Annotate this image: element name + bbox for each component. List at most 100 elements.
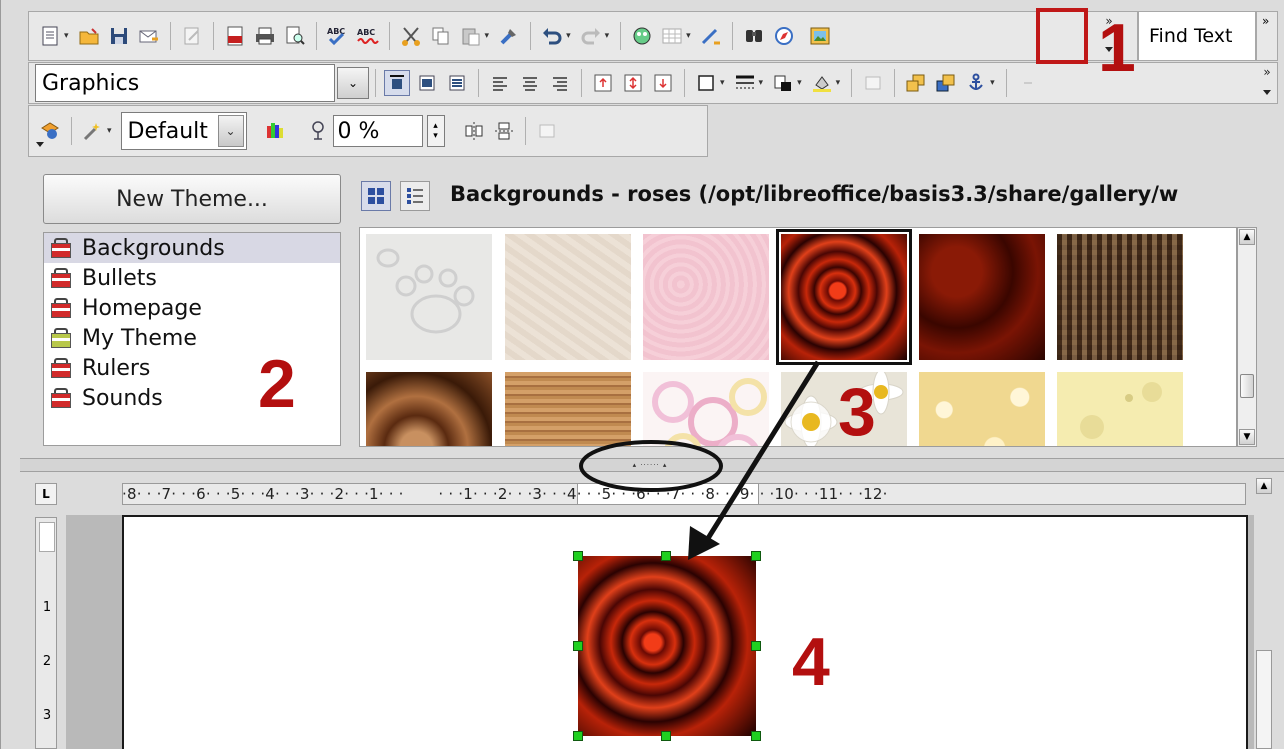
table-icon[interactable] [659,23,685,49]
paragraph-style-select[interactable]: Graphics [35,64,335,102]
flip-horizontal-icon[interactable] [461,118,487,144]
undo-icon[interactable] [539,23,565,49]
export-pdf-icon[interactable] [222,23,248,49]
find-replace-icon[interactable] [741,23,767,49]
resize-handle-bottom-right[interactable] [751,731,761,741]
email-icon[interactable] [136,23,162,49]
background-color-dropdown-arrow[interactable]: ▾ [836,78,841,88]
anchor-dropdown-arrow[interactable]: ▾ [990,78,995,88]
document-scroll-up-button[interactable]: ▲ [1256,478,1272,494]
anchor-icon[interactable] [963,70,989,96]
theme-item-bullets[interactable]: Bullets [44,263,340,293]
thumbnail-wood[interactable] [505,372,631,446]
theme-item-homepage[interactable]: Homepage [44,293,340,323]
frame-toolbar-overflow-button[interactable]: » [1256,62,1278,104]
align-center-icon[interactable] [517,70,543,96]
resize-handle-top[interactable] [661,551,671,561]
detail-view-button[interactable] [400,181,430,211]
align-right-icon[interactable] [547,70,573,96]
align-bottom-icon[interactable] [444,70,470,96]
redo-icon[interactable] [578,23,604,49]
open-icon[interactable] [76,23,102,49]
image-properties-icon[interactable] [534,118,560,144]
wrap-middle-icon[interactable] [620,70,646,96]
horizontal-ruler[interactable]: ·8· · ·7· · ·6· · ·5· · ·4· · ·3· · ·2· … [122,483,1246,507]
new-dropdown-arrow[interactable]: ▾ [64,31,69,41]
gallery-scrollbar[interactable]: ▲ ▼ [1237,227,1257,447]
wrap-top-icon[interactable] [590,70,616,96]
graphics-mode-select[interactable]: Default ⌄ [120,112,247,150]
thumbnail-cream-paper[interactable] [505,234,631,360]
border-color-dropdown-arrow[interactable]: ▾ [797,78,802,88]
theme-item-backgrounds[interactable]: Backgrounds [44,233,340,263]
splitter-grip[interactable]: ▴ ······ ▴ [618,462,682,469]
resize-handle-top-right[interactable] [751,551,761,561]
new-theme-button[interactable]: New Theme... [43,174,341,224]
send-to-back-icon[interactable] [933,70,959,96]
scroll-up-button[interactable]: ▲ [1239,229,1255,245]
transparency-spinner[interactable]: ▴ ▾ [426,115,445,147]
border-style-dropdown-arrow[interactable]: ▾ [759,78,764,88]
bring-to-front-icon[interactable] [903,70,929,96]
inserted-roses-image[interactable] [578,556,756,736]
graphics-mode-dropdown-arrow[interactable]: ⌄ [217,115,244,147]
wrap-bottom-icon[interactable] [650,70,676,96]
paste-dropdown-arrow[interactable]: ▾ [485,31,490,41]
thumbnail-roses[interactable] [776,229,912,365]
align-top-icon[interactable] [384,70,410,96]
edit-file-icon[interactable] [179,23,205,49]
paste-icon[interactable] [458,23,484,49]
thumbnail-paws[interactable] [366,234,492,360]
frame-properties-icon[interactable] [860,70,886,96]
autospellcheck-icon[interactable]: ABC [355,23,381,49]
icon-view-button[interactable] [361,181,391,211]
navigator-compass-icon[interactable] [771,23,797,49]
thumbnail-popcorn[interactable] [919,372,1045,446]
scroll-down-button[interactable]: ▼ [1239,429,1255,445]
link-frames-icon[interactable] [1015,70,1041,96]
align-center-vertical-icon[interactable] [414,70,440,96]
vertical-ruler[interactable]: 1 2 3 [35,517,57,749]
thumbnail-pink-paper[interactable] [643,234,769,360]
filter-icon[interactable] [80,118,106,144]
page-preview-icon[interactable] [282,23,308,49]
thumbnail-dark-red[interactable] [919,234,1045,360]
resize-handle-bottom[interactable] [661,731,671,741]
image-toolbar-overflow-button[interactable] [562,111,576,151]
find-toolbar-overflow-button[interactable]: » [1256,11,1278,61]
borders-dropdown-arrow[interactable]: ▾ [720,78,725,88]
border-style-icon[interactable] [732,70,758,96]
align-left-icon[interactable] [487,70,513,96]
document-vertical-scrollbar[interactable] [1256,650,1272,749]
navigator-icon[interactable] [629,23,655,49]
cut-icon[interactable] [398,23,424,49]
copy-icon[interactable] [428,23,454,49]
spellcheck-icon[interactable]: ABC [325,23,351,49]
table-dropdown-arrow[interactable]: ▾ [686,31,691,41]
gallery-icon[interactable] [807,23,833,49]
scrollbar-thumb[interactable] [1240,374,1254,398]
from-file-icon[interactable] [37,118,63,144]
redo-dropdown-arrow[interactable]: ▾ [605,31,610,41]
draw-functions-icon[interactable] [698,23,724,49]
color-icon[interactable] [263,118,289,144]
resize-handle-left[interactable] [573,641,583,651]
background-color-icon[interactable] [809,70,835,96]
filter-dropdown-arrow[interactable]: ▾ [107,126,112,136]
save-icon[interactable] [106,23,132,49]
print-icon[interactable] [252,23,278,49]
clone-formatting-icon[interactable] [496,23,522,49]
resize-handle-top-left[interactable] [573,551,583,561]
new-document-icon[interactable] [37,23,63,49]
thumbnail-cheese[interactable] [1057,372,1183,446]
thumbnail-rings[interactable] [643,372,769,446]
flip-vertical-icon[interactable] [491,118,517,144]
thumbnail-burlap[interactable] [1057,234,1183,360]
borders-icon[interactable] [693,70,719,96]
tab-stop-selector[interactable]: L [35,483,57,505]
undo-dropdown-arrow[interactable]: ▾ [566,31,571,41]
border-color-icon[interactable] [770,70,796,96]
resize-handle-bottom-left[interactable] [573,731,583,741]
transparency-input[interactable]: 0 % [332,115,423,147]
thumbnail-brown-swirl[interactable] [366,372,492,446]
